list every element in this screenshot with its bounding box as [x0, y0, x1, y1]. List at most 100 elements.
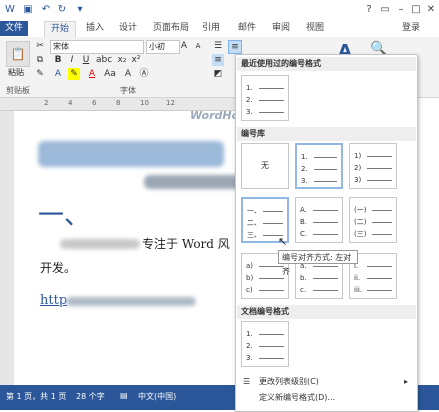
tile-label: 1.: [246, 329, 253, 338]
define-new-format-item[interactable]: 定义新编号格式(D)...: [237, 391, 416, 405]
status-language[interactable]: 中文(中国): [138, 391, 176, 402]
tile-label: 3.: [301, 176, 308, 185]
change-list-level-label: 更改列表级别(C): [259, 377, 319, 386]
status-page[interactable]: 第 1 页，共 1 页: [6, 391, 66, 402]
ruler-mark: 6: [92, 99, 97, 107]
paste-icon[interactable]: 📋: [6, 41, 30, 67]
highlight-icon[interactable]: ✎: [68, 68, 80, 80]
numbering-dropdown: 最近使用过的编号格式 1. 2. 3. 编号库 无 1. 2. 3. 1) 2)…: [235, 54, 418, 412]
tile-label: 3.: [246, 353, 253, 362]
tab-mailings[interactable]: 邮件: [232, 21, 262, 36]
tile-label: 2): [354, 163, 362, 172]
doc-formats-header: 文档编号格式: [237, 305, 416, 319]
shrink-font-icon[interactable]: A: [192, 40, 204, 52]
underline-button[interactable]: U: [80, 54, 92, 66]
tile-label: ii.: [354, 273, 361, 282]
recent-header: 最近使用过的编号格式: [237, 57, 416, 71]
tile-label: A.: [300, 205, 307, 214]
blurred-title: [38, 141, 224, 167]
hyperlink[interactable]: http: [40, 293, 67, 308]
font-size-combo[interactable]: 小初: [146, 40, 180, 54]
tab-review[interactable]: 审阅: [266, 21, 296, 36]
cut-icon[interactable]: ✂: [34, 40, 46, 52]
help-icon[interactable]: ?: [362, 3, 376, 17]
tile-label: b.: [300, 273, 307, 282]
tile-label: (一): [354, 205, 367, 214]
superscript-icon[interactable]: x²: [130, 54, 142, 66]
ruler-mark: 2: [44, 99, 49, 107]
document-page[interactable]: WordHo 一、 专注于 Word 风 开发。 http: [14, 109, 240, 385]
tab-insert[interactable]: 插入: [80, 21, 110, 36]
numbering-tile-recent[interactable]: 1. 2. 3.: [241, 75, 289, 121]
bold-button[interactable]: B: [52, 54, 64, 66]
tab-layout[interactable]: 页面布局: [147, 21, 195, 36]
tile-label: C.: [300, 229, 308, 238]
close-icon[interactable]: ✕: [424, 3, 438, 17]
tile-label: 二、: [247, 218, 261, 227]
redo-icon[interactable]: ↻: [56, 4, 68, 16]
tile-label: 一、: [247, 206, 261, 215]
numbering-tile-chinese-paren[interactable]: (一) (二) (三): [349, 197, 397, 243]
status-words[interactable]: 28 个字: [76, 391, 105, 402]
tab-home[interactable]: 开始: [44, 21, 77, 38]
format-painter-icon[interactable]: ✎: [34, 68, 46, 80]
numbering-tile-1-paren[interactable]: 1) 2) 3): [349, 143, 397, 189]
change-case-icon[interactable]: Aa: [104, 68, 116, 80]
blurred-subtitle: [144, 175, 240, 189]
numbering-tile-1-dot[interactable]: 1. 2. 3.: [295, 143, 343, 189]
ruler-mark: 12: [166, 99, 175, 107]
tile-label: a): [246, 261, 254, 270]
bullets-icon[interactable]: ☰: [212, 40, 224, 52]
ruler-mark: 8: [116, 99, 121, 107]
list-level-icon: ☰: [243, 377, 251, 386]
minimize-icon[interactable]: –: [394, 3, 408, 17]
undo-icon[interactable]: ↶: [40, 4, 52, 16]
font-group-label: 字体: [120, 86, 136, 95]
heading-number: 一、: [38, 201, 91, 231]
tile-label: (三): [354, 229, 367, 238]
numbering-tile-upper-alpha[interactable]: A. B. C.: [295, 197, 343, 243]
define-new-format-label: 定义新编号格式(D)...: [259, 393, 336, 402]
text-effects-icon[interactable]: A: [52, 68, 64, 80]
tile-label: c.: [300, 285, 307, 294]
library-header: 编号库: [237, 127, 416, 141]
ruler-mark: 10: [140, 99, 149, 107]
save-icon[interactable]: ▣: [22, 4, 34, 16]
maximize-icon[interactable]: □: [409, 3, 423, 17]
customize-icon[interactable]: ▾: [74, 4, 86, 16]
tile-label: 1.: [301, 152, 308, 161]
font-color-button[interactable]: A: [86, 68, 98, 80]
enclose-char-icon[interactable]: Ⓐ: [138, 68, 150, 80]
strikethrough-icon[interactable]: abc: [96, 54, 112, 66]
tab-design[interactable]: 设计: [113, 21, 143, 36]
tile-label: iii.: [354, 285, 363, 294]
login-link[interactable]: 登录: [396, 21, 426, 36]
restore-icon[interactable]: ▭: [378, 3, 392, 17]
tab-references[interactable]: 引用: [196, 21, 226, 36]
ribbon-tabs: 文件 开始 插入 设计 页面布局 引用 邮件 审阅 视图 登录: [0, 20, 439, 38]
tile-label: 2.: [301, 164, 308, 173]
numbering-tile-none[interactable]: 无: [241, 143, 289, 189]
watermark-text: WordHo: [190, 109, 240, 122]
shading-icon[interactable]: ◩: [212, 68, 224, 80]
tile-label: 三、: [247, 230, 261, 239]
tab-view[interactable]: 视图: [300, 21, 330, 36]
grow-font-icon[interactable]: A: [178, 40, 190, 52]
tab-file[interactable]: 文件: [0, 21, 28, 36]
ruler-mark: 4: [68, 99, 73, 107]
numbering-tile-document[interactable]: 1. 2. 3.: [241, 321, 289, 367]
tile-label: c): [246, 285, 253, 294]
numbering-icon[interactable]: ≡: [228, 40, 242, 54]
word-icon: W: [5, 4, 15, 15]
proofing-icon[interactable]: ▤: [120, 391, 128, 400]
change-list-level-item[interactable]: ☰ 更改列表级别(C) ▸: [237, 375, 416, 389]
align-left-icon[interactable]: ≡: [212, 54, 224, 66]
font-name-combo[interactable]: 宋体: [50, 40, 144, 54]
tile-label: B.: [300, 217, 308, 226]
submenu-arrow-icon: ▸: [403, 377, 408, 386]
char-shading-icon[interactable]: A: [122, 68, 134, 80]
subscript-icon[interactable]: x₂: [116, 54, 128, 66]
tile-label: 3.: [246, 107, 253, 116]
italic-button[interactable]: I: [66, 54, 78, 66]
copy-icon[interactable]: ⧉: [34, 54, 46, 66]
